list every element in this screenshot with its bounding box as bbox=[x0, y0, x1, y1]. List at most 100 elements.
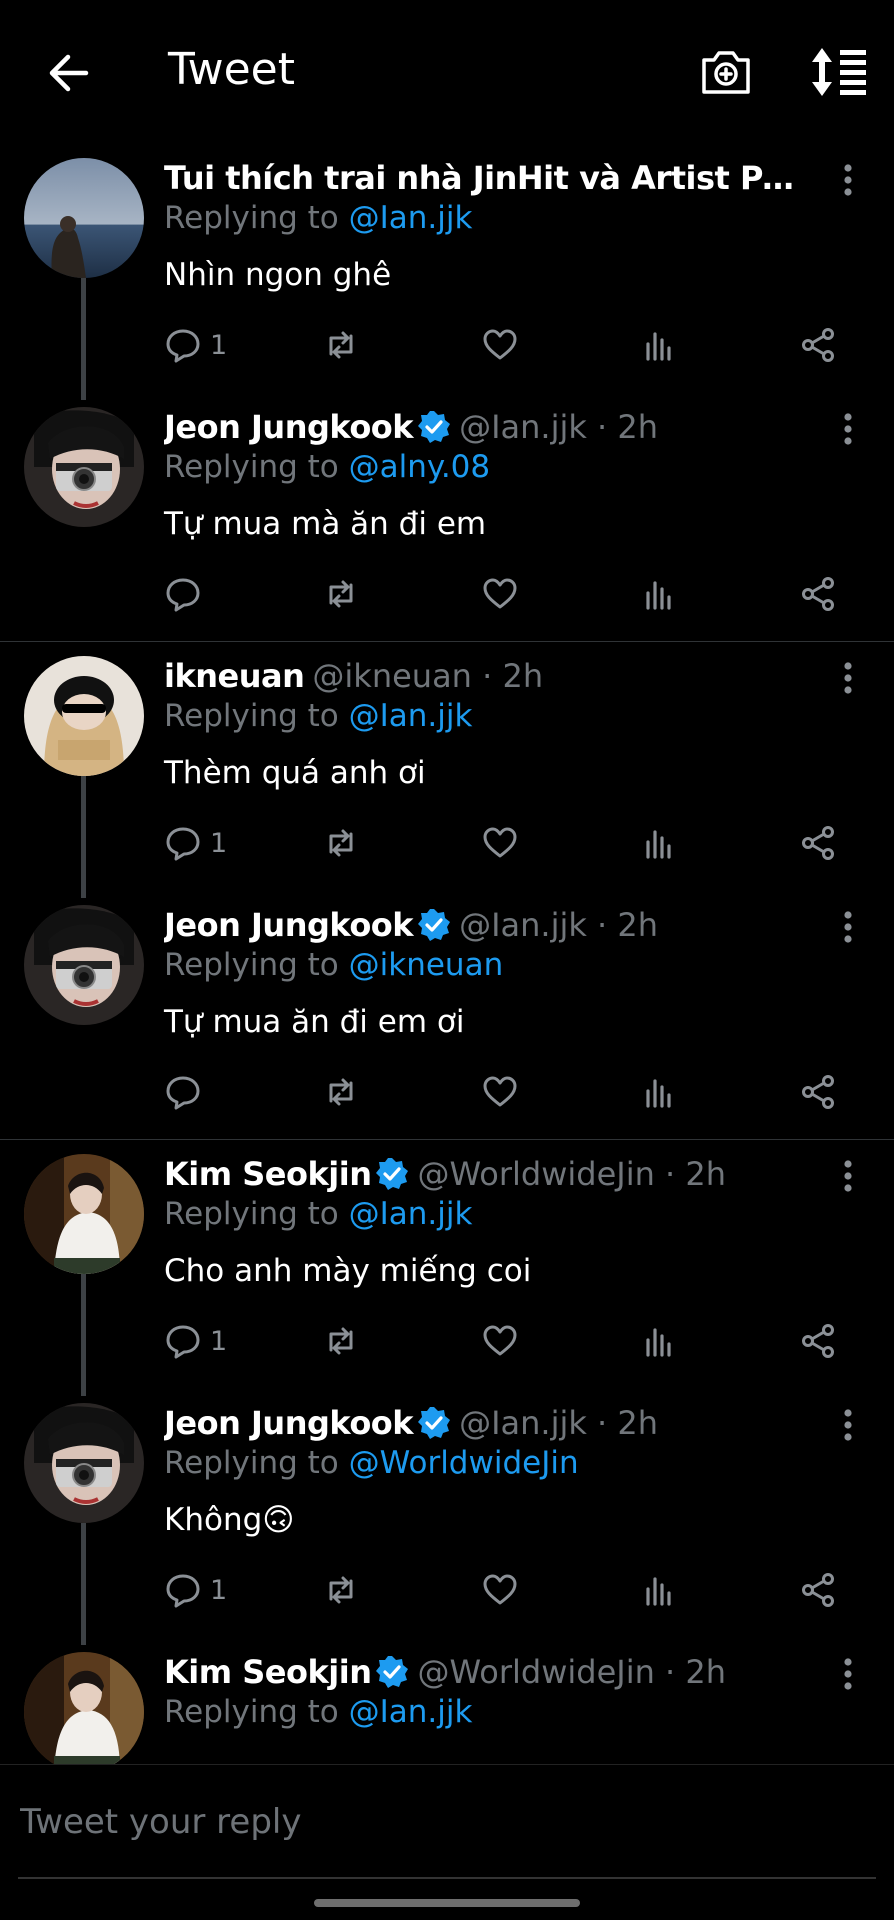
replying-to: Replying to @Ian.jjk bbox=[164, 198, 814, 238]
tweet[interactable]: ikneuan @ikneuan · 2h Replying to @Ian.j… bbox=[0, 642, 894, 898]
author-name[interactable]: Jeon Jungkook bbox=[164, 407, 414, 447]
retweet-button[interactable] bbox=[322, 323, 360, 367]
like-button[interactable] bbox=[481, 572, 519, 616]
home-indicator[interactable] bbox=[314, 1899, 580, 1907]
more-options-icon[interactable] bbox=[838, 909, 858, 949]
avatar[interactable] bbox=[24, 656, 144, 776]
share-button[interactable] bbox=[799, 1319, 837, 1363]
analytics-icon bbox=[646, 332, 671, 361]
reply-count: 1 bbox=[210, 329, 228, 361]
reply-input[interactable] bbox=[18, 1801, 882, 1843]
reply-button[interactable] bbox=[164, 572, 202, 616]
analytics-button[interactable] bbox=[640, 1319, 678, 1363]
share-button[interactable] bbox=[799, 821, 837, 865]
share-button[interactable] bbox=[799, 1568, 837, 1612]
author-name[interactable]: Jeon Jungkook bbox=[164, 1403, 414, 1443]
arrow-left-icon bbox=[49, 54, 89, 92]
share-button[interactable] bbox=[799, 323, 837, 367]
replying-prefix: Replying to bbox=[164, 947, 339, 983]
author-handle: @Ian.jjk · 2h bbox=[459, 906, 659, 944]
like-button[interactable] bbox=[481, 1319, 519, 1363]
reply-icon bbox=[166, 1325, 200, 1359]
reply-button[interactable]: 1 bbox=[164, 1319, 227, 1363]
share-button[interactable] bbox=[799, 1070, 837, 1114]
avatar[interactable] bbox=[24, 1154, 144, 1274]
thread-line bbox=[81, 1523, 86, 1645]
mention-link[interactable]: @Ian.jjk bbox=[349, 698, 473, 734]
share-icon bbox=[802, 328, 834, 362]
sort-icon bbox=[812, 48, 866, 96]
reply-button[interactable] bbox=[164, 1070, 202, 1114]
like-button[interactable] bbox=[481, 1568, 519, 1612]
like-button[interactable] bbox=[481, 323, 519, 367]
avatar[interactable] bbox=[24, 158, 144, 278]
reply-button[interactable]: 1 bbox=[164, 1568, 227, 1612]
retweet-button[interactable] bbox=[322, 1319, 360, 1363]
avatar[interactable] bbox=[24, 407, 144, 527]
tweet-header: Tui thích trai nhà JinHit và Artist Park… bbox=[164, 158, 814, 198]
tweet-actions bbox=[164, 1070, 864, 1114]
share-button[interactable] bbox=[799, 572, 837, 616]
thread-line bbox=[81, 278, 86, 400]
mention-link[interactable]: @WorldwideJin bbox=[349, 1445, 579, 1481]
verified-badge-icon bbox=[418, 1407, 451, 1439]
tweet-body: Jeon Jungkook @Ian.jjk · 2h Replying to … bbox=[164, 1403, 814, 1540]
tweet-actions: 1 bbox=[164, 1568, 864, 1612]
analytics-icon bbox=[646, 581, 671, 610]
analytics-button[interactable] bbox=[640, 1070, 678, 1114]
mention-link[interactable]: @ikneuan bbox=[349, 947, 504, 983]
avatar[interactable] bbox=[24, 905, 144, 1025]
tweet[interactable]: Tui thích trai nhà JinHit và Artist Park… bbox=[0, 144, 894, 400]
retweet-button[interactable] bbox=[322, 1070, 360, 1114]
tweet-text: Tự mua mà ăn đi em bbox=[164, 506, 487, 542]
page-title: Tweet bbox=[168, 44, 295, 95]
retweet-button[interactable] bbox=[322, 821, 360, 865]
tweet[interactable]: Jeon Jungkook @Ian.jjk · 2h Replying to … bbox=[0, 891, 894, 1140]
reply-feed[interactable]: Tui thích trai nhà JinHit và Artist Park… bbox=[0, 144, 894, 1764]
replying-prefix: Replying to bbox=[164, 698, 339, 734]
retweet-icon bbox=[329, 1327, 353, 1355]
tweet[interactable]: Jeon Jungkook @Ian.jjk · 2h Replying to … bbox=[0, 1389, 894, 1645]
reply-button[interactable]: 1 bbox=[164, 821, 227, 865]
analytics-icon bbox=[646, 1577, 671, 1606]
mention-link[interactable]: @alny.08 bbox=[349, 449, 490, 485]
tweet[interactable]: Kim Seokjin @WorldwideJin · 2h Replying … bbox=[0, 1638, 894, 1764]
more-options-icon[interactable] bbox=[838, 1656, 858, 1696]
author-name[interactable]: Kim Seokjin bbox=[164, 1154, 372, 1194]
avatar[interactable] bbox=[24, 1652, 144, 1764]
author-name[interactable]: Kim Seokjin bbox=[164, 1652, 372, 1692]
mention-link[interactable]: @Ian.jjk bbox=[349, 1694, 473, 1730]
like-button[interactable] bbox=[481, 821, 519, 865]
more-options-icon[interactable] bbox=[838, 660, 858, 700]
mention-link[interactable]: @Ian.jjk bbox=[349, 200, 473, 236]
retweet-icon bbox=[329, 1576, 353, 1604]
replying-prefix: Replying to bbox=[164, 1694, 339, 1730]
camera-button[interactable] bbox=[700, 46, 752, 98]
back-button[interactable] bbox=[40, 50, 96, 96]
retweet-button[interactable] bbox=[322, 1568, 360, 1612]
tweet-text: Thèm quá anh ơi bbox=[164, 755, 426, 791]
tweet[interactable]: Kim Seokjin @WorldwideJin · 2h Replying … bbox=[0, 1140, 894, 1396]
analytics-button[interactable] bbox=[640, 323, 678, 367]
sort-button[interactable] bbox=[808, 46, 868, 98]
mention-link[interactable]: @Ian.jjk bbox=[349, 1196, 473, 1232]
verified-badge-icon bbox=[418, 411, 451, 443]
more-options-icon[interactable] bbox=[838, 411, 858, 451]
more-options-icon[interactable] bbox=[838, 1407, 858, 1447]
share-icon bbox=[802, 1324, 834, 1358]
retweet-button[interactable] bbox=[322, 572, 360, 616]
avatar[interactable] bbox=[24, 1403, 144, 1523]
tweet[interactable]: Jeon Jungkook @Ian.jjk · 2h Replying to … bbox=[0, 393, 894, 642]
like-button[interactable] bbox=[481, 1070, 519, 1114]
author-name[interactable]: Tui thích trai nhà JinHit và Artist Park… bbox=[164, 158, 804, 198]
tweet-body: Kim Seokjin @WorldwideJin · 2h Replying … bbox=[164, 1154, 814, 1291]
more-options-icon[interactable] bbox=[838, 162, 858, 202]
more-options-icon[interactable] bbox=[838, 1158, 858, 1198]
reply-count: 1 bbox=[210, 1574, 228, 1606]
analytics-button[interactable] bbox=[640, 1568, 678, 1612]
reply-button[interactable]: 1 bbox=[164, 323, 227, 367]
analytics-button[interactable] bbox=[640, 572, 678, 616]
author-name[interactable]: Jeon Jungkook bbox=[164, 905, 414, 945]
author-name[interactable]: ikneuan bbox=[164, 656, 305, 696]
analytics-button[interactable] bbox=[640, 821, 678, 865]
